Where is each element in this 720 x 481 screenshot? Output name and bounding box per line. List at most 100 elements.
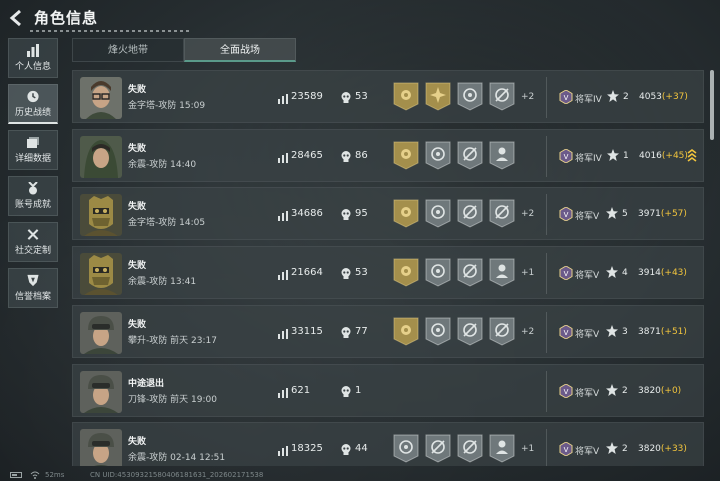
sidebar-item-credit-record[interactable]: 信誉档案 xyxy=(8,268,58,308)
match-map-time: 攀升-攻防 前天 23:17 xyxy=(128,333,217,346)
skull-icon xyxy=(341,268,351,279)
silver-slash-badge-icon[interactable] xyxy=(489,199,515,228)
rank-points: 4016(+45) xyxy=(639,151,688,161)
row-divider xyxy=(546,371,547,412)
page-header: 角色信息 xyxy=(0,0,720,36)
player-avatar xyxy=(80,253,122,295)
sidebar-item-personal-info[interactable]: 个人信息 xyxy=(8,38,58,78)
gold-burst-badge-icon[interactable] xyxy=(425,82,451,111)
shield-icon xyxy=(27,274,39,287)
sidebar-item-detailed-data[interactable]: 详细数据 xyxy=(8,130,58,170)
sidebar-item-match-history[interactable]: 历史战绩 xyxy=(8,84,58,124)
status-footer: 52ms CN UID:453093215804061816​31_202602… xyxy=(0,470,720,481)
silver-slash-badge-icon[interactable] xyxy=(457,317,483,346)
header-divider xyxy=(30,30,190,32)
bar-chart-icon xyxy=(27,44,39,57)
rank-emblem-icon: V xyxy=(559,90,573,104)
match-map-time: 金字塔-攻防 14:05 xyxy=(128,215,205,228)
silver-soldier-badge-icon[interactable] xyxy=(489,258,515,287)
rank-stars: 5 xyxy=(622,209,628,219)
silver-slash-badge-icon[interactable] xyxy=(457,434,483,463)
rank-emblem-icon: V xyxy=(559,384,573,398)
rank-emblem-icon: V xyxy=(559,325,573,339)
player-avatar xyxy=(80,136,122,178)
match-map: 金字塔-攻防 xyxy=(128,218,177,228)
rank-points-value: 3914 xyxy=(638,268,661,278)
row-divider xyxy=(546,429,547,466)
gold-flower-badge-icon[interactable] xyxy=(393,258,419,287)
rank-points-value: 3820 xyxy=(638,444,661,454)
extra-badges-count[interactable]: +2 xyxy=(521,209,534,219)
silver-target-badge-icon[interactable] xyxy=(425,199,451,228)
silver-slash-badge-icon[interactable] xyxy=(489,317,515,346)
score-icon xyxy=(278,211,288,221)
gold-flower-badge-icon[interactable] xyxy=(393,317,419,346)
match-row[interactable]: 失败 余震-攻防 02-14 12:51 18325 44 +1 V 将军V 2 3820(+3… xyxy=(72,422,704,466)
rank-points: 4053(+37) xyxy=(639,92,688,102)
silver-soldier-badge-icon[interactable] xyxy=(489,434,515,463)
silver-target-badge-icon[interactable] xyxy=(425,317,451,346)
silver-target-badge-icon[interactable] xyxy=(425,141,451,170)
match-row[interactable]: 失败 余震-攻防 13:41 21664 53 +1 V 将军V 4 3914(+43) xyxy=(72,246,704,299)
match-map-time: 余震-攻防 13:41 xyxy=(128,274,196,287)
rank-stars: 2 xyxy=(622,444,628,454)
match-kills: 86 xyxy=(355,150,368,161)
svg-text:V: V xyxy=(564,388,569,396)
match-kills: 1 xyxy=(355,385,362,396)
rank-points-value: 3871 xyxy=(638,327,661,337)
tab-total-warfare[interactable]: 全面战场 xyxy=(184,38,296,62)
star-icon xyxy=(607,149,619,161)
rank-points: 3971(+57) xyxy=(638,209,687,219)
match-history-list: 失败 金字塔-攻防 15:09 23589 53 +2 V 将军IV 2 4053(+37) 失… xyxy=(72,70,704,466)
extra-badges-count[interactable]: +2 xyxy=(521,327,534,337)
match-score: 33115 xyxy=(291,326,323,337)
gold-flower-badge-icon[interactable] xyxy=(393,82,419,111)
silver-slash-badge-icon[interactable] xyxy=(457,141,483,170)
sidebar-item-label: 详细数据 xyxy=(14,154,51,164)
silver-target-badge-icon[interactable] xyxy=(457,82,483,111)
match-row[interactable]: 失败 余震-攻防 14:40 28465 86 V 将军IV 1 4016(+45) xyxy=(72,129,704,182)
row-divider xyxy=(546,136,547,177)
match-map: 攀升-攻防 xyxy=(128,336,168,346)
wifi-icon xyxy=(30,471,40,479)
match-time: 14:05 xyxy=(179,218,206,228)
tab-extraction-zone[interactable]: 烽火地带 xyxy=(72,38,184,62)
extra-badges-count[interactable]: +1 xyxy=(521,268,534,278)
match-row[interactable]: 失败 金字塔-攻防 15:09 23589 53 +2 V 将军IV 2 4053(+37) xyxy=(72,70,704,123)
match-row[interactable]: 中途退出 刀锋-攻防 前天 19:00 621 1 V 将军V 2 3820(+0) xyxy=(72,364,704,417)
silver-slash-badge-icon[interactable] xyxy=(457,199,483,228)
match-time: 13:41 xyxy=(170,277,197,287)
silver-target-badge-icon[interactable] xyxy=(425,258,451,287)
gold-flower-badge-icon[interactable] xyxy=(393,141,419,170)
extra-badges-count[interactable]: +1 xyxy=(521,444,534,454)
gold-flower-badge-icon[interactable] xyxy=(393,199,419,228)
sidebar-item-label: 个人信息 xyxy=(14,62,51,72)
silver-target-badge-icon[interactable] xyxy=(393,434,419,463)
sidebar-item-social-custom[interactable]: 社交定制 xyxy=(8,222,58,262)
match-result: 失败 xyxy=(128,202,147,212)
rank-name: 将军V xyxy=(575,389,600,399)
match-map: 余震-攻防 xyxy=(128,277,168,287)
rank-name: 将军V xyxy=(575,447,600,457)
back-arrow-icon[interactable] xyxy=(8,9,26,27)
silver-soldier-badge-icon[interactable] xyxy=(489,141,515,170)
rank-stars: 1 xyxy=(623,151,629,161)
svg-text:V: V xyxy=(564,329,569,337)
match-result: 失败 xyxy=(128,85,147,95)
rank-points: 3820(+0) xyxy=(638,386,681,396)
tools-icon xyxy=(27,229,39,240)
silver-slash-badge-icon[interactable] xyxy=(489,82,515,111)
star-icon xyxy=(606,325,618,337)
match-time: 14:40 xyxy=(170,160,197,170)
match-row[interactable]: 失败 金字塔-攻防 14:05 34686 95 +2 V 将军V 5 3971(+57) xyxy=(72,187,704,240)
sidebar-item-achievements[interactable]: 账号成就 xyxy=(8,176,58,216)
silver-slash-badge-icon[interactable] xyxy=(425,434,451,463)
player-avatar xyxy=(80,429,122,466)
rank-points: 3914(+43) xyxy=(638,268,687,278)
list-scrollbar[interactable] xyxy=(710,70,714,140)
silver-slash-badge-icon[interactable] xyxy=(457,258,483,287)
match-row[interactable]: 失败 攀升-攻防 前天 23:17 33115 77 +2 V 将军V 3 3871(+51) xyxy=(72,305,704,358)
match-kills: 53 xyxy=(355,267,368,278)
rank-points-value: 3820 xyxy=(638,386,661,396)
extra-badges-count[interactable]: +2 xyxy=(521,92,534,102)
